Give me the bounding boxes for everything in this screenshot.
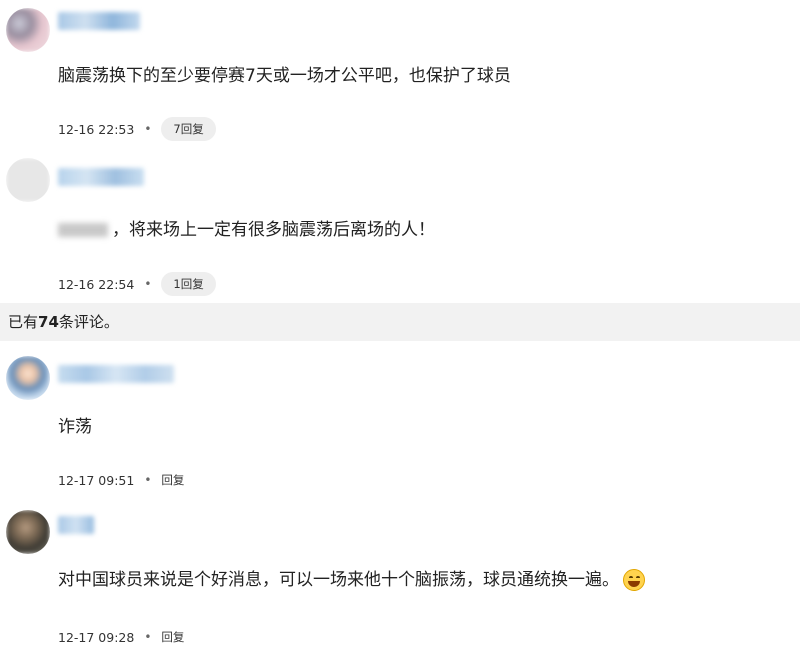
reply-button[interactable]: 7回复	[161, 117, 216, 141]
comment-count-number: 74	[38, 313, 59, 331]
comment-count-suffix: 条评论。	[58, 313, 119, 331]
comment-meta: 12-17 09:28 • 回复	[58, 625, 184, 649]
reply-button[interactable]: 1回复	[161, 272, 216, 296]
comment-item: ，将来场上一定有很多脑震荡后离场的人！ 12-16 22:54 • 1回复	[0, 150, 800, 303]
comment-meta: 12-17 09:51 • 回复	[58, 468, 184, 492]
separator-dot: •	[144, 122, 152, 136]
comment-item: 脑震荡换下的至少要停赛7天或一场才公平吧，也保护了球员 12-16 22:53 …	[0, 0, 800, 150]
comment-content: 脑震荡换下的至少要停赛7天或一场才公平吧，也保护了球员	[58, 66, 511, 86]
comment-content: 对中国球员来说是个好消息，可以一场来他十个脑振荡，球员通统换一遍。	[58, 568, 645, 592]
comment-count-bar: 已有74条评论。	[0, 303, 800, 341]
comment-content: 诈荡	[58, 417, 92, 437]
username-blurred[interactable]	[58, 168, 144, 186]
comment-item: 对中国球员来说是个好消息，可以一场来他十个脑振荡，球员通统换一遍。 12-17 …	[0, 496, 800, 650]
comment-timestamp: 12-16 22:54	[58, 276, 135, 292]
reply-button[interactable]: 回复	[161, 629, 184, 645]
comment-timestamp: 12-17 09:28	[58, 629, 135, 645]
separator-dot: •	[144, 473, 152, 487]
reply-button[interactable]: 回复	[161, 472, 184, 488]
username-blurred[interactable]	[58, 12, 140, 30]
comment-content: ，将来场上一定有很多脑震荡后离场的人！	[58, 218, 435, 242]
separator-dot: •	[144, 277, 152, 291]
username-blurred[interactable]	[58, 365, 174, 383]
user-avatar-icon[interactable]	[6, 356, 50, 400]
comment-text: 对中国球员来说是个好消息，可以一场来他十个脑振荡，球员通统换一遍。	[58, 570, 619, 590]
comment-item: 诈荡 12-17 09:51 • 回复	[0, 341, 800, 496]
username-blurred[interactable]	[58, 516, 94, 534]
separator-dot: •	[144, 630, 152, 644]
user-avatar-icon[interactable]	[6, 8, 50, 52]
comment-count-prefix: 已有	[8, 313, 39, 331]
comment-meta: 12-16 22:54 • 1回复	[58, 272, 216, 296]
comment-text: ，将来场上一定有很多脑震荡后离场的人！	[112, 220, 435, 240]
comment-timestamp: 12-17 09:51	[58, 472, 135, 488]
user-avatar-icon[interactable]	[6, 158, 50, 202]
comment-meta: 12-16 22:53 • 7回复	[58, 117, 216, 141]
comment-timestamp: 12-16 22:53	[58, 121, 135, 137]
comment-count: 已有74条评论。	[8, 311, 119, 333]
laughing-emoji-icon	[623, 569, 645, 591]
mention-blurred[interactable]	[58, 223, 108, 237]
user-avatar-icon[interactable]	[6, 510, 50, 554]
